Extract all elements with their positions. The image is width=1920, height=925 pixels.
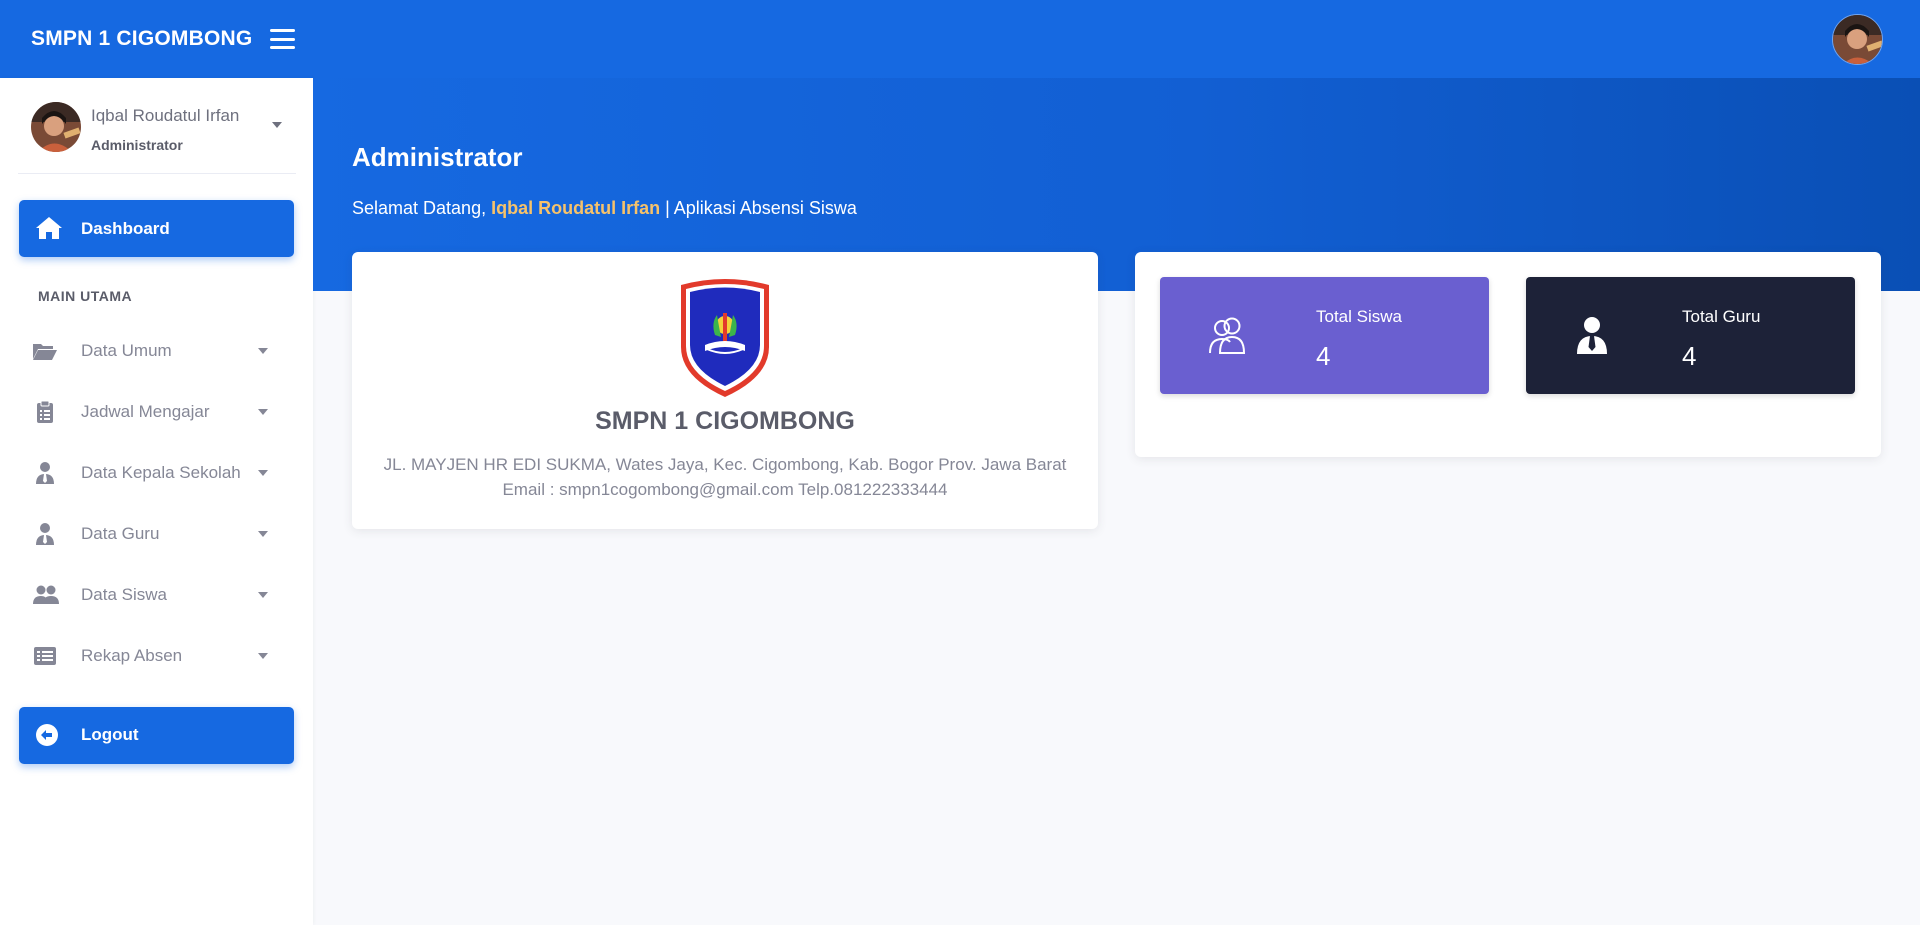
chevron-down-icon (258, 470, 268, 476)
sidebar-item-label: Data Guru (81, 524, 160, 543)
sidebar-item-data-guru[interactable]: Data Guru (19, 509, 294, 559)
sidebar-item-label: Rekap Absen (81, 646, 183, 665)
chevron-down-icon (258, 409, 268, 415)
user-tie-icon (32, 522, 58, 546)
users-icon (32, 583, 59, 607)
sidebar-item-label: Data Siswa (81, 585, 167, 604)
chevron-down-icon (258, 531, 268, 537)
sidebar-item-data-siswa[interactable]: Data Siswa (19, 570, 294, 620)
welcome-user-name: Iqbal Roudatul Irfan (491, 198, 661, 218)
sidebar-item-label: Data Umum (81, 341, 172, 360)
user-avatar-button[interactable] (1832, 14, 1883, 65)
hamburger-icon[interactable] (270, 29, 296, 49)
sidebar-item-dashboard[interactable]: Dashboard (19, 200, 294, 257)
sidebar-item-data-umum[interactable]: Data Umum (19, 326, 294, 376)
sidebar-item-label: Dashboard (81, 218, 170, 238)
sidebar-user-avatar (31, 102, 81, 152)
school-logo (675, 277, 775, 400)
sidebar-section-heading: MAIN UTAMA (38, 288, 133, 304)
sidebar-user-panel[interactable]: Iqbal Roudatul Irfan Administrator (18, 78, 296, 174)
sidebar: Iqbal Roudatul Irfan Administrator Dashb… (0, 78, 313, 925)
sidebar-user-role: Administrator (91, 137, 183, 153)
sidebar-item-jadwal-mengajar[interactable]: Jadwal Mengajar (19, 387, 294, 437)
clipboard-icon (32, 400, 58, 424)
school-contact: Email : smpn1cogombong@gmail.com Telp.08… (502, 480, 948, 499)
brand-title[interactable]: SMPN 1 CIGOMBONG (31, 27, 252, 51)
top-navbar: SMPN 1 CIGOMBONG (0, 0, 1920, 78)
welcome-suffix: | Aplikasi Absensi Siswa (660, 198, 857, 218)
sidebar-item-label: Jadwal Mengajar (81, 402, 210, 421)
stat-total-guru[interactable]: Total Guru 4 (1526, 277, 1855, 394)
stat-label: Total Guru (1682, 307, 1761, 326)
brand-area: SMPN 1 CIGOMBONG (0, 0, 313, 78)
stats-card: Total Siswa 4 Total Guru 4 (1135, 252, 1881, 457)
welcome-text: Selamat Datang, Iqbal Roudatul Irfan | A… (352, 198, 857, 219)
sidebar-item-label: Data Kepala Sekolah (81, 463, 241, 482)
stat-value: 4 (1682, 341, 1697, 371)
chevron-down-icon (272, 122, 282, 128)
stat-label: Total Siswa (1316, 307, 1402, 326)
school-profile-card: SMPN 1 CIGOMBONG JL. MAYJEN HR EDI SUKMA… (352, 252, 1098, 529)
school-address: JL. MAYJEN HR EDI SUKMA, Wates Jaya, Kec… (383, 455, 1067, 474)
sidebar-item-rekap-absen[interactable]: Rekap Absen (19, 631, 294, 681)
sidebar-item-data-kepala-sekolah[interactable]: Data Kepala Sekolah (19, 448, 294, 498)
chevron-down-icon (258, 348, 268, 354)
arrow-circle-left-icon (35, 723, 59, 752)
chevron-down-icon (258, 653, 268, 659)
logout-label: Logout (81, 725, 139, 744)
welcome-prefix: Selamat Datang, (352, 198, 492, 218)
school-name: SMPN 1 CIGOMBONG (595, 407, 855, 435)
stat-value: 4 (1316, 341, 1331, 371)
user-tie-icon (32, 461, 58, 485)
sidebar-user-name: Iqbal Roudatul Irfan (91, 106, 240, 125)
home-icon (35, 215, 63, 246)
logout-button[interactable]: Logout (19, 707, 294, 764)
chevron-down-icon (258, 592, 268, 598)
users-outline-icon (1206, 315, 1250, 360)
user-tie-icon (1572, 315, 1612, 360)
page-title: Administrator (352, 142, 523, 172)
folder-open-icon (32, 339, 58, 363)
list-icon (32, 644, 58, 668)
stat-total-siswa[interactable]: Total Siswa 4 (1160, 277, 1489, 394)
